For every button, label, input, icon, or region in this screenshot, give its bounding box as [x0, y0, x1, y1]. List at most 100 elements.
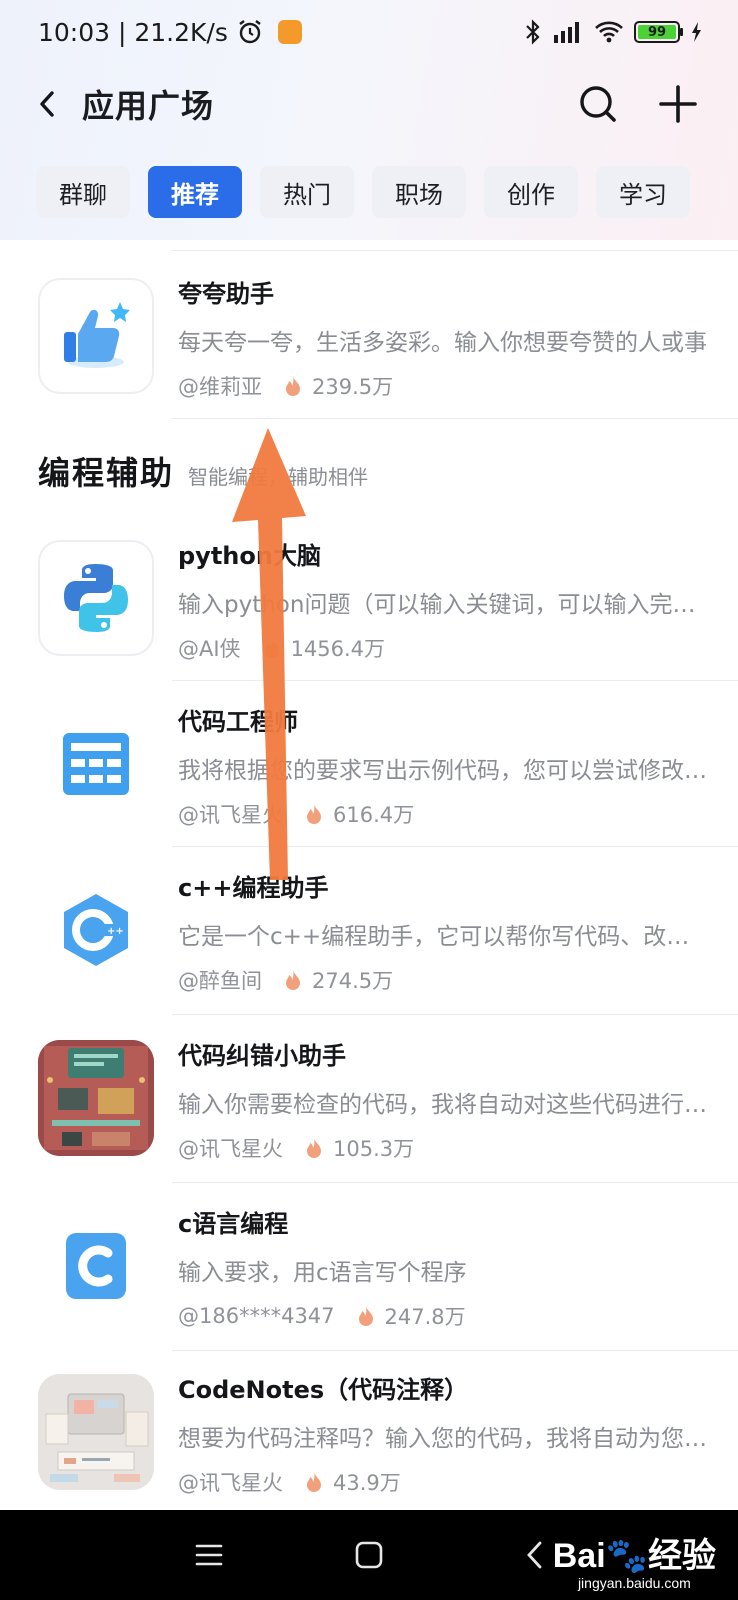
- search-icon: [580, 86, 616, 122]
- app-author: @186****4347: [178, 1304, 335, 1328]
- app-author: @讯飞星火: [178, 1137, 283, 1161]
- app-author: @AI侠: [178, 637, 241, 661]
- tab-group-chat[interactable]: 群聊: [36, 166, 130, 218]
- status-bar: 10:03 | 21.2K/s 99: [0, 0, 738, 64]
- app-icon: [38, 278, 154, 394]
- app-author: @醉鱼间: [178, 969, 262, 993]
- system-nav-bar: Bai🐾经验 jingyan.baidu.com: [0, 1510, 738, 1600]
- app-icon: ++: [38, 872, 154, 988]
- alarm-icon: [236, 18, 264, 46]
- back-button[interactable]: [38, 84, 68, 124]
- search-button[interactable]: [576, 82, 620, 126]
- list-item[interactable]: ++ c++编程助手 它是一个c++编程助手，它可以帮你写代码、改代码 @醉鱼间…: [0, 848, 738, 1012]
- app-icon: [38, 540, 154, 656]
- list-item[interactable]: 代码纠错小助手 输入你需要检查的代码，我将自动对这些代码进行纠错 @讯飞星火 1…: [0, 1016, 738, 1180]
- app-description: 它是一个c++编程助手，它可以帮你写代码、改代码: [178, 924, 712, 950]
- app-description: 输入你需要检查的代码，我将自动对这些代码进行纠错: [178, 1092, 712, 1118]
- battery-level: 99: [638, 25, 676, 40]
- divider: [172, 846, 738, 847]
- divider: [172, 1182, 738, 1183]
- section-heading: 编程辅助 智能编程，辅助相伴: [38, 448, 368, 494]
- watermark-logo-suffix: 经验: [648, 1537, 716, 1575]
- divider: [172, 418, 738, 419]
- cpp-logo-icon: ++: [64, 894, 128, 966]
- fire-icon: [305, 1137, 323, 1159]
- list-item-featured[interactable]: 夸夸助手 每天夸一夸，生活多姿彩。输入你想要夸赞的人或事 @维莉亚 239.5万: [0, 254, 738, 418]
- section-title: 编程辅助: [38, 454, 175, 492]
- app-author: @讯飞星火: [178, 803, 283, 827]
- app-description: 每天夸一夸，生活多姿彩。输入你想要夸赞的人或事: [178, 330, 707, 356]
- app-header: 应用广场: [0, 64, 738, 144]
- paw-icon: 🐾: [605, 1537, 648, 1575]
- bluetooth-icon: [524, 19, 542, 45]
- list-item[interactable]: CodeNotes（代码注释） 想要为代码注释吗？输入您的代码，我将自动为您添加…: [0, 1350, 738, 1514]
- app-icon: [38, 1040, 154, 1156]
- app-title: 夸夸助手: [178, 280, 274, 308]
- app-heat: 616.4万: [333, 803, 415, 827]
- app-title: CodeNotes（代码注释）: [178, 1376, 469, 1404]
- keyboard-grid-icon: [63, 733, 129, 795]
- app-heat: 274.5万: [312, 969, 394, 993]
- page-title: 应用广场: [82, 87, 215, 125]
- wifi-icon: [594, 20, 624, 44]
- app-description: 输入要求，用c语言写个程序: [178, 1260, 467, 1286]
- app-title: python大脑: [178, 542, 321, 570]
- home-button[interactable]: [346, 1532, 392, 1578]
- app-title: c++编程助手: [178, 874, 329, 902]
- home-icon: [355, 1541, 383, 1569]
- thumbs-up-icon: [64, 302, 130, 368]
- circuit-board-image: [38, 1040, 154, 1156]
- app-icon: [38, 1208, 154, 1324]
- chevron-left-icon: [527, 1541, 542, 1569]
- fire-icon: [305, 1471, 323, 1493]
- app-icon: [38, 706, 154, 822]
- fire-icon: [357, 1305, 375, 1327]
- menu-button[interactable]: [186, 1532, 232, 1578]
- tab-recommend[interactable]: 推荐: [148, 166, 242, 218]
- signal-icon: [552, 19, 584, 45]
- fire-icon: [284, 969, 302, 991]
- app-heat: 105.3万: [333, 1137, 415, 1161]
- svg-text:++: ++: [107, 926, 124, 937]
- app-description: 我将根据您的要求写出示例代码，您可以尝试修改完善: [178, 758, 712, 784]
- app-author: @讯飞星火: [178, 1471, 283, 1495]
- baidu-jingyan-watermark: Bai🐾经验 jingyan.baidu.com: [553, 1528, 716, 1591]
- fire-icon: [263, 637, 281, 659]
- list-item[interactable]: c语言编程 输入要求，用c语言写个程序 @186****4347 247.8万: [0, 1184, 738, 1348]
- status-time-speed: 10:03 | 21.2K/s: [38, 17, 228, 47]
- tab-workplace[interactable]: 职场: [372, 166, 466, 218]
- app-heat: 239.5万: [312, 375, 394, 399]
- app-icon: [38, 1374, 154, 1490]
- tab-study[interactable]: 学习: [596, 166, 690, 218]
- category-tabs: 群聊 推荐 热门 职场 创作 学习: [36, 166, 690, 218]
- app-title: 代码纠错小助手: [178, 1042, 346, 1070]
- fire-icon: [305, 803, 323, 825]
- fire-icon: [284, 375, 302, 397]
- charging-icon: [690, 21, 702, 43]
- app-author: @维莉亚: [178, 375, 262, 399]
- watermark-url: jingyan.baidu.com: [577, 1575, 691, 1591]
- menu-icon: [195, 1544, 223, 1566]
- list-item[interactable]: 代码工程师 我将根据您的要求写出示例代码，您可以尝试修改完善 @讯飞星火 616…: [0, 682, 738, 846]
- nav-back-button[interactable]: [512, 1532, 558, 1578]
- tab-creation[interactable]: 创作: [484, 166, 578, 218]
- watermark-logo: Bai: [552, 1537, 606, 1575]
- list-item[interactable]: python大脑 输入python问题（可以输入关键词，可以输入完整问题） @A…: [0, 516, 738, 680]
- tab-popular[interactable]: 热门: [260, 166, 354, 218]
- divider: [172, 1014, 738, 1015]
- app-title: 代码工程师: [178, 708, 298, 736]
- notes-desk-image: [38, 1374, 154, 1490]
- divider: [172, 680, 738, 681]
- app-heat: 1456.4万: [290, 637, 386, 661]
- plus-icon: [659, 85, 697, 123]
- c-letter-icon: [66, 1233, 126, 1299]
- python-logo-icon: [64, 564, 128, 632]
- battery-indicator: 99: [634, 21, 683, 43]
- add-button[interactable]: [656, 82, 700, 126]
- chevron-left-icon: [40, 91, 54, 117]
- app-heat: 43.9万: [333, 1471, 401, 1495]
- notification-app-icon: [277, 20, 302, 44]
- app-title: c语言编程: [178, 1210, 289, 1238]
- app-description: 想要为代码注释吗？输入您的代码，我将自动为您添加注释: [178, 1426, 712, 1452]
- section-subtitle: 智能编程，辅助相伴: [188, 465, 369, 489]
